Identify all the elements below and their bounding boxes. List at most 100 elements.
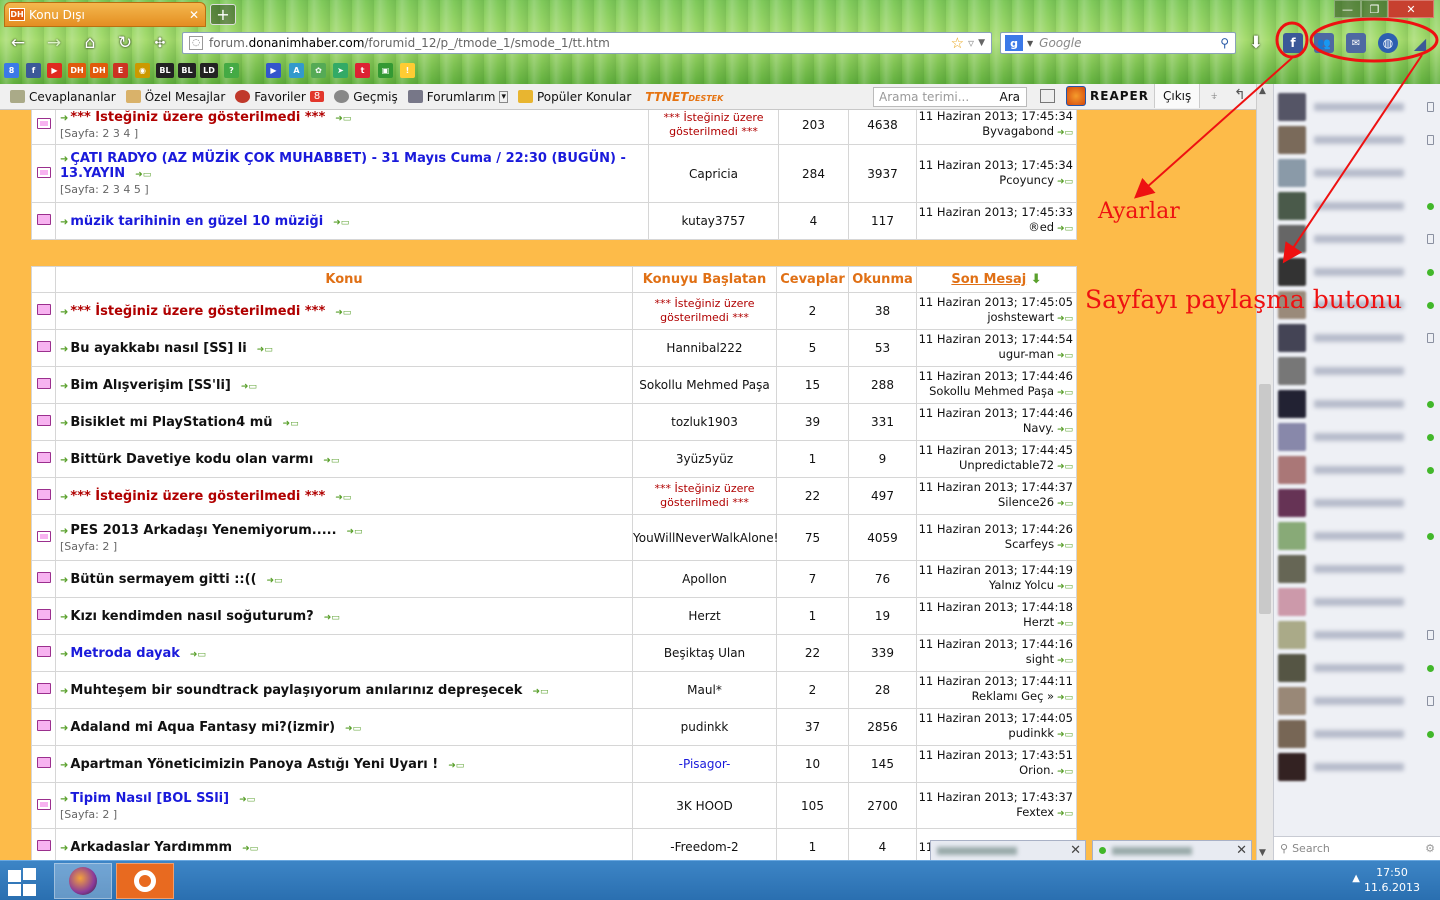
last-post-user[interactable]: Yalnız Yolcu — [989, 578, 1054, 592]
my-forums-dropdown-icon[interactable]: ▾ — [499, 90, 508, 103]
new-post-arrow-icon[interactable]: ➜ — [60, 843, 68, 854]
chat-tab-1[interactable]: ✕ — [930, 840, 1086, 860]
go-last-post-icon[interactable]: ➜▭ — [1054, 177, 1073, 187]
chat-friend-item[interactable] — [1278, 257, 1438, 287]
last-page-icon[interactable]: ➜▭ — [239, 795, 255, 805]
bookmark-android-icon[interactable]: ▣ — [378, 63, 393, 78]
last-post-user[interactable]: Herzt — [1023, 615, 1054, 629]
taskbar-origin-icon[interactable] — [116, 863, 174, 899]
close-chat-1-icon[interactable]: ✕ — [1070, 843, 1081, 858]
last-post-user[interactable]: Fextex — [1016, 805, 1054, 819]
last-page-icon[interactable]: ➜▭ — [532, 687, 548, 697]
messages-icon[interactable]: ✉ — [1346, 33, 1366, 53]
site-identity-icon[interactable]: ◌ — [189, 36, 203, 50]
bookmark-red-icon[interactable]: E — [113, 63, 128, 78]
chat-settings-icon[interactable]: ⚙ — [1425, 842, 1435, 855]
bookmark-yellow-icon[interactable]: ◉ — [135, 63, 150, 78]
popular-topics-link[interactable]: Popüler Konular — [517, 90, 631, 104]
starter-name[interactable]: -Freedom-2 — [670, 840, 738, 854]
topic-pages[interactable]: [Sayfa: 2 ] — [60, 540, 632, 553]
favorites-link[interactable]: Favoriler 8 — [235, 90, 325, 104]
topic-title-link[interactable]: müzik tarihinin en güzel 10 müziği — [70, 214, 323, 229]
last-post-user[interactable]: Pcoyuncy — [999, 173, 1054, 187]
chat-friend-item[interactable] — [1278, 587, 1438, 617]
page-scrollbar[interactable]: ▲ ▼ — [1256, 84, 1273, 860]
last-page-icon[interactable]: ➜▭ — [347, 527, 363, 537]
topic-pages[interactable]: [Sayfa: 2 ] — [60, 808, 632, 821]
chat-friend-item[interactable] — [1278, 323, 1438, 353]
my-forums-link[interactable]: Forumlarım ▾ — [407, 90, 508, 104]
header-topic[interactable]: Konu — [55, 266, 633, 293]
chat-friend-item[interactable] — [1278, 158, 1438, 188]
last-post-user[interactable]: Sokollu Mehmed Paşa — [929, 384, 1054, 398]
starter-name[interactable]: pudinkk — [681, 720, 729, 734]
topic-title-link[interactable]: *** İsteğiniz üzere gösterilmedi *** — [70, 110, 325, 125]
chat-friend-item[interactable] — [1278, 389, 1438, 419]
header-replies[interactable]: Cevaplar — [776, 266, 849, 293]
new-post-arrow-icon[interactable]: ➜ — [60, 418, 68, 429]
last-page-icon[interactable]: ➜▭ — [257, 345, 273, 355]
topic-title-link[interactable]: Adaland mi Aqua Fantasy mi?(izmir) — [70, 720, 335, 735]
last-post-user[interactable]: Scarfeys — [1005, 537, 1054, 551]
answered-topics-link[interactable]: Cevaplananlar — [10, 90, 116, 104]
starter-name[interactable]: kutay3757 — [682, 214, 746, 228]
search-engine-dropdown-icon[interactable]: ▼ — [1027, 39, 1033, 48]
go-last-post-icon[interactable]: ➜▭ — [1054, 425, 1073, 435]
starter-name[interactable]: tozluk1903 — [671, 415, 738, 429]
bookmark-leaf-icon[interactable]: ✿ — [311, 63, 326, 78]
last-post-user[interactable]: Unpredictable72 — [959, 458, 1054, 472]
new-post-arrow-icon[interactable]: ➜ — [60, 575, 68, 586]
dh-arrow-icon[interactable]: ↰ — [1234, 87, 1246, 103]
starter-name[interactable]: *** İsteğiniz üzere gösterilmedi *** — [633, 297, 776, 325]
new-post-arrow-icon[interactable]: ➜ — [60, 455, 68, 466]
chat-friend-item[interactable] — [1278, 455, 1438, 485]
new-post-arrow-icon[interactable]: ➜ — [60, 217, 68, 228]
last-page-icon[interactable]: ➜▭ — [333, 218, 349, 228]
go-last-post-icon[interactable]: ➜▭ — [1054, 388, 1073, 398]
topic-title-link[interactable]: Apartman Yöneticimizin Panoya Astığı Yen… — [70, 757, 438, 772]
downloads-icon[interactable]: ⬇ — [1244, 31, 1268, 55]
go-last-post-icon[interactable]: ➜▭ — [1054, 582, 1073, 592]
friend-requests-icon[interactable]: 👥 — [1314, 33, 1334, 53]
topic-title-link[interactable]: Bittürk Davetiye kodu olan varmı — [70, 452, 313, 467]
header-views[interactable]: Okunma — [848, 266, 917, 293]
forum-search-button[interactable]: Ara — [1000, 90, 1021, 104]
topic-title-link[interactable]: Metroda dayak — [70, 646, 179, 661]
topic-title-link[interactable]: Bu ayakkabı nasıl [SS] li — [70, 341, 246, 356]
last-post-user[interactable]: sight — [1026, 652, 1054, 666]
scroll-up-icon[interactable]: ▲ — [1259, 86, 1266, 96]
bookmark-dh-1[interactable]: DH — [68, 63, 86, 78]
go-last-post-icon[interactable]: ➜▭ — [1054, 656, 1073, 666]
go-last-post-icon[interactable]: ➜▭ — [1054, 693, 1073, 703]
topic-title-link[interactable]: *** İsteğiniz üzere gösterilmedi *** — [70, 304, 325, 319]
minimize-icon[interactable]: — — [1334, 0, 1361, 18]
bookmark-star-icon[interactable]: ☆ — [951, 34, 964, 52]
topic-title-link[interactable]: Bütün sermayem gitti ::(( — [70, 572, 256, 587]
bookmark-dh-2[interactable]: DH — [90, 63, 108, 78]
reload-icon[interactable]: ↻ — [113, 31, 137, 55]
chat-friend-item[interactable] — [1278, 686, 1438, 716]
google-icon[interactable]: g — [1005, 35, 1023, 51]
starter-name[interactable]: Beşiktaş Ulan — [664, 646, 745, 660]
last-post-user[interactable]: ugur-man — [999, 347, 1055, 361]
last-page-icon[interactable]: ➜▭ — [335, 493, 351, 503]
last-post-user[interactable]: Silence26 — [998, 495, 1054, 509]
topic-title-link[interactable]: Tipim Nasıl [BOL SSli] — [70, 791, 229, 806]
topic-title-link[interactable]: Bim Alışverişim [SS'li] — [70, 378, 231, 393]
chat-friend-item[interactable] — [1278, 719, 1438, 749]
system-clock[interactable]: 17:50 11.6.2013 — [1364, 865, 1420, 895]
chat-friend-item[interactable] — [1278, 488, 1438, 518]
close-window-icon[interactable]: ✕ — [1388, 0, 1434, 18]
bookmark-ld[interactable]: LD — [200, 63, 218, 78]
header-last-post-link[interactable]: Son Mesaj — [951, 272, 1026, 287]
starter-name[interactable]: Capricia — [689, 167, 738, 181]
new-post-arrow-icon[interactable]: ➜ — [60, 760, 68, 771]
go-last-post-icon[interactable]: ➜▭ — [1054, 462, 1073, 472]
last-page-icon[interactable]: ➜▭ — [324, 613, 340, 623]
starter-name[interactable]: Apollon — [682, 572, 727, 586]
topic-title-link[interactable]: Arkadaslar Yardımmm — [70, 840, 232, 855]
starter-name[interactable]: *** İsteğiniz üzere gösterilmedi *** — [633, 482, 776, 510]
starter-name[interactable]: *** İsteğiniz üzere gösterilmedi *** — [649, 111, 778, 139]
starter-name[interactable]: -Pisagor- — [679, 757, 731, 771]
bookmark-bl-2[interactable]: BL — [178, 63, 196, 78]
